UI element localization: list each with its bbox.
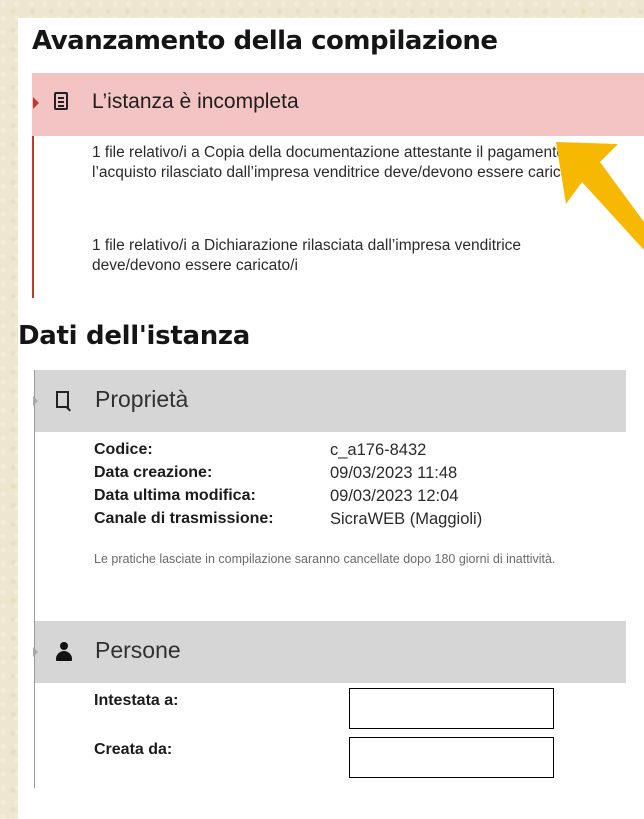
document-search-icon [56,391,69,408]
prop-label-creation: Data creazione: [94,464,213,481]
progress-heading: Avanzamento della compilazione [32,26,498,56]
expand-caret-icon [33,396,38,406]
status-title: L’istanza è incompleta [92,90,299,113]
people-section-header[interactable]: Persone [33,621,626,683]
missing-file-message: 1 file relativo/i a Copia della document… [92,144,590,181]
prop-label-channel: Canale di trasmissione: [94,510,274,527]
retention-note: Le pratiche lasciate in compilazione sar… [94,552,556,566]
properties-title: Proprietà [95,386,189,412]
expand-caret-icon [33,97,39,109]
details-divider [34,370,35,788]
person-icon [56,642,72,662]
document-list-icon [54,92,68,110]
prop-value-modified: 09/03/2023 12:04 [330,487,459,505]
expand-caret-icon [33,647,38,657]
arrow-pointer-icon [556,142,644,250]
prop-value-creation: 09/03/2023 11:48 [330,464,458,482]
prop-label-modified: Data ultima modifica: [94,487,256,504]
prop-value-channel: SicraWEB (Maggioli) [330,510,483,528]
people-label-owner: Intestata a: [94,692,179,709]
status-header[interactable]: L’istanza è incompleta [32,73,644,136]
details-heading: Dati dell'istanza [18,321,250,351]
people-label-creator: Creata da: [94,741,173,758]
owner-redacted-box [349,688,554,729]
people-title: Persone [95,637,181,663]
missing-file-message: 1 file relativo/i a Dichiarazione rilasc… [92,237,522,274]
creator-redacted-box [349,737,554,778]
prop-label-codice: Codice: [94,441,153,458]
properties-section-header[interactable]: Proprietà [33,370,626,432]
prop-value-codice: c_a176-8432 [330,441,427,459]
